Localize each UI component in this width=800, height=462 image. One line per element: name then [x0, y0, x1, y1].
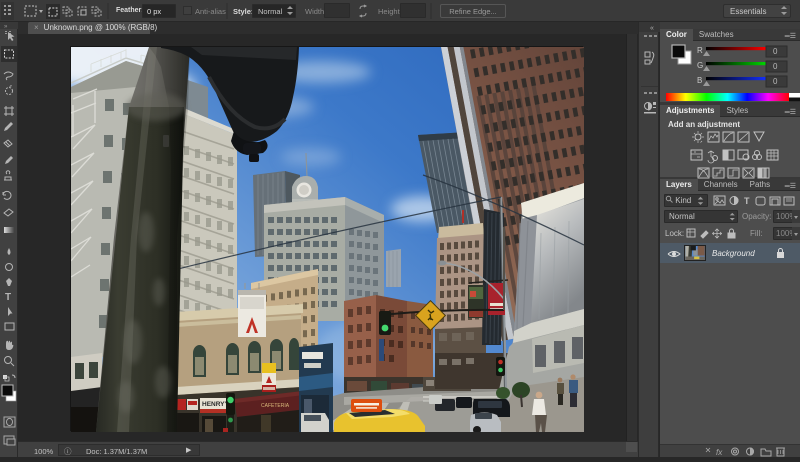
svg-text:CAFETERIA: CAFETERIA [261, 403, 290, 409]
svg-text:T: T [5, 292, 11, 303]
svg-text:«: « [650, 25, 654, 32]
svg-text:0: 0 [773, 62, 778, 71]
svg-text:T: T [744, 196, 750, 206]
svg-text:R: R [697, 46, 703, 55]
svg-text:fx: fx [716, 448, 723, 457]
svg-text:G: G [697, 61, 703, 70]
svg-text:0: 0 [773, 77, 778, 86]
svg-text:B: B [697, 76, 702, 85]
svg-text:0: 0 [773, 47, 778, 56]
